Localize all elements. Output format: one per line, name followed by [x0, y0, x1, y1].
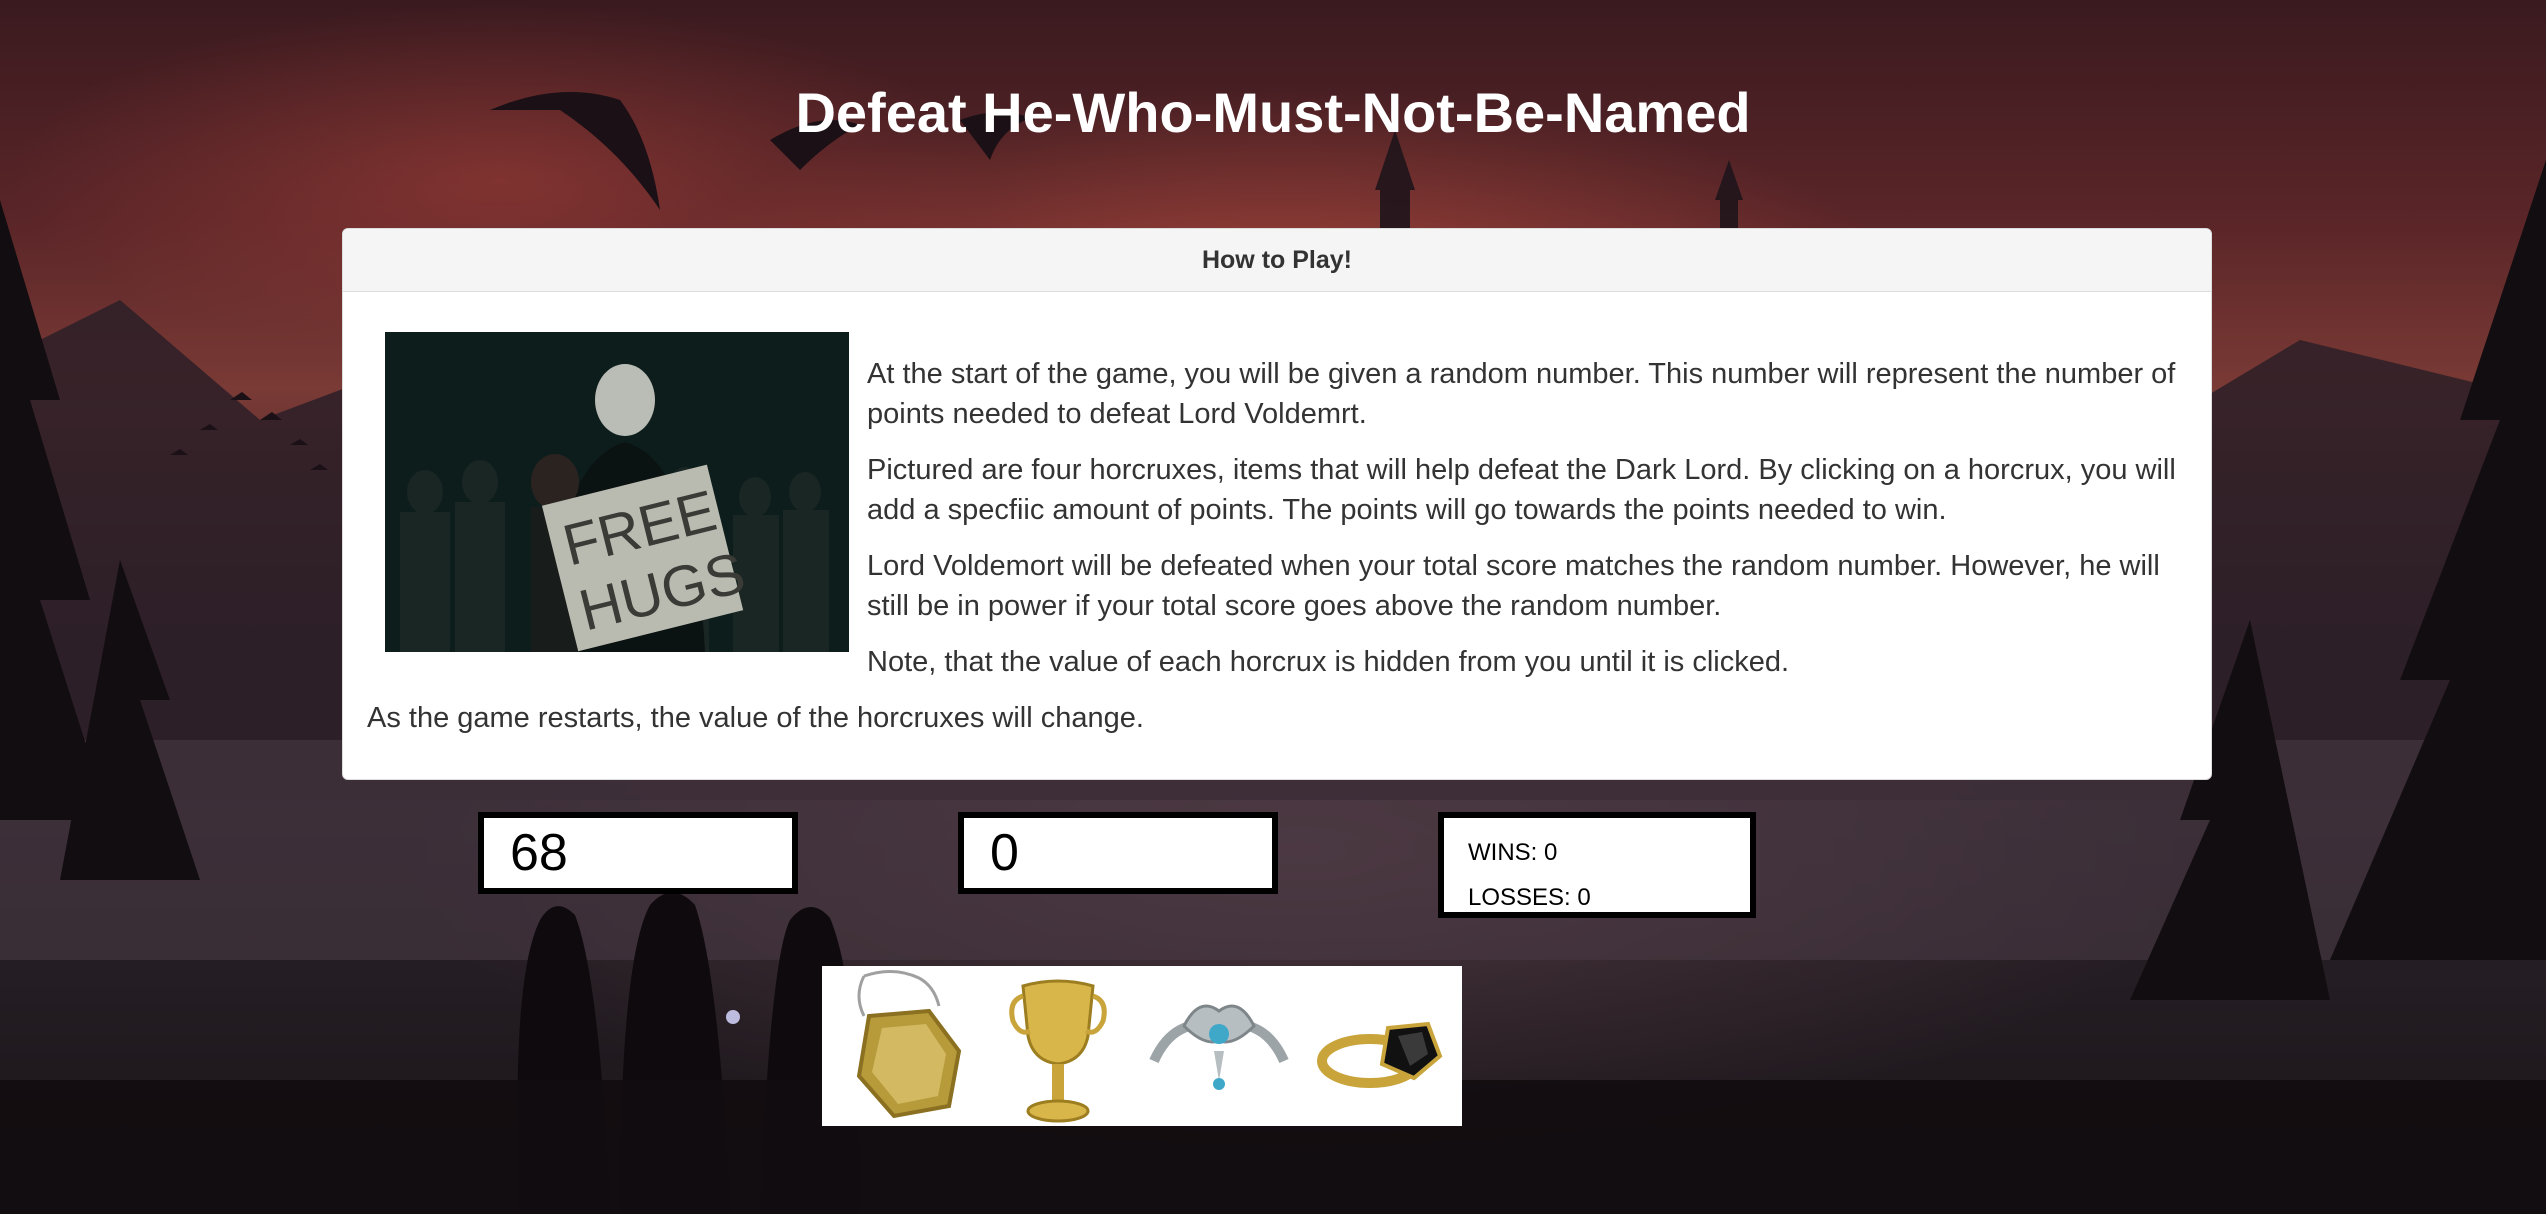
losses-count: LOSSES: 0 — [1468, 884, 1591, 911]
diadem-icon[interactable] — [1144, 966, 1294, 1126]
total-score-box: 0 — [958, 812, 1278, 894]
page-title: Defeat He-Who-Must-Not-Be-Named — [795, 81, 1751, 144]
target-number-box: 68 — [478, 812, 798, 894]
locket-icon[interactable] — [834, 966, 974, 1126]
wins-count: WINS: 0 — [1468, 839, 1558, 866]
horcrux-tray — [822, 966, 1462, 1126]
voldemort-photo: FREE HUGS — [385, 332, 849, 652]
scoreboard: WINS: 0 LOSSES: 0 — [1438, 812, 1756, 918]
instructions-heading: How to Play! — [343, 229, 2211, 292]
instructions-paragraph-5: As the game restarts, the value of the h… — [367, 702, 1144, 734]
ring-icon[interactable] — [1310, 966, 1450, 1126]
instructions-panel: How to Play! FREE HUGS At the start of t… — [342, 228, 2212, 780]
instructions-body: FREE HUGS At the start of the game, you … — [343, 292, 2211, 778]
cup-icon[interactable] — [1008, 966, 1108, 1126]
